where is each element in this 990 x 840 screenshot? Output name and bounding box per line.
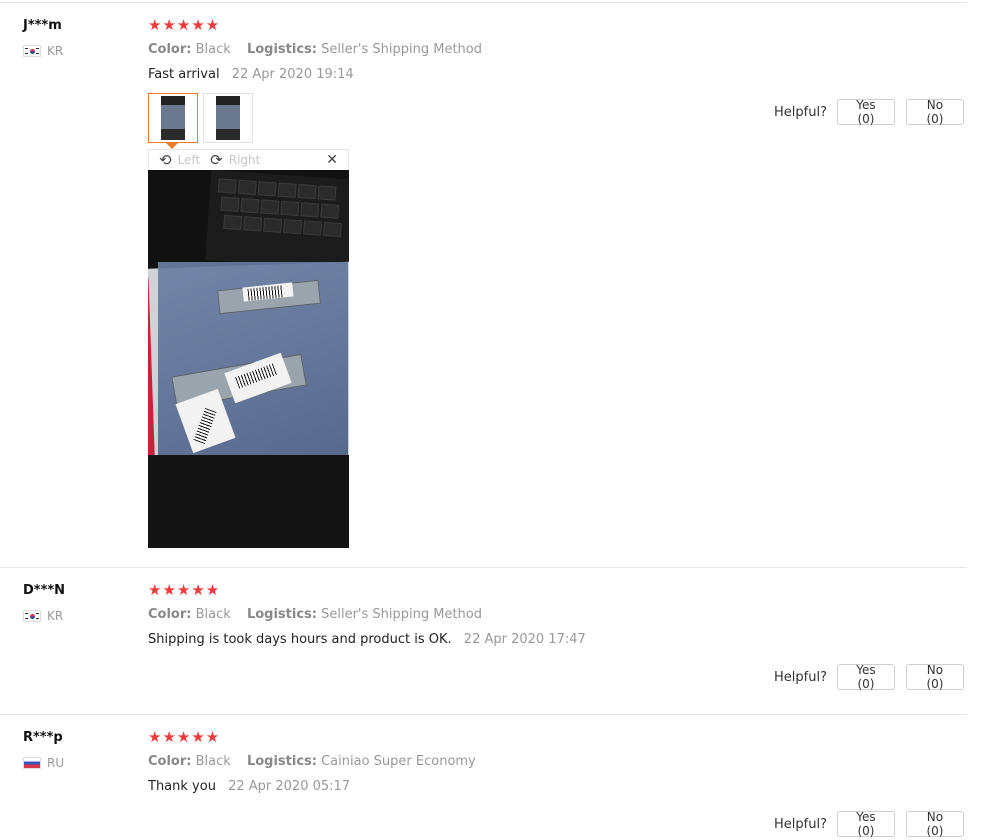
helpful-yes-button[interactable]: Yes (0) (836, 663, 895, 691)
logistics-value: Seller's Shipping Method (321, 42, 483, 57)
color-value: Black (195, 754, 231, 769)
order-attributes: Color: Black Logistics: Seller's Shippin… (148, 42, 482, 57)
review-thumbnail[interactable] (148, 93, 198, 143)
rotate-right-icon: ⟳ (210, 151, 223, 169)
rotate-left-label: Left (177, 153, 201, 167)
color-label: Color: (148, 607, 192, 622)
star-rating: ★★★★★ (148, 16, 221, 34)
reviewer-country: KR (23, 609, 63, 623)
close-icon[interactable]: ✕ (326, 152, 338, 168)
keyboard-illustration (205, 170, 349, 271)
rotate-left-icon: ⟲ (159, 151, 172, 169)
rotate-right-label: Right (228, 153, 261, 167)
logistics-label: Logistics: (246, 607, 317, 622)
review-thumbnails (148, 93, 258, 143)
color-label: Color: (148, 754, 192, 769)
country-code: RU (47, 756, 65, 770)
review-date: 22 Apr 2020 05:17 (228, 779, 351, 794)
helpful-yes-button[interactable]: Yes (0) (836, 810, 895, 838)
rotate-right-button[interactable]: ⟳ Right (210, 151, 260, 169)
divider (0, 714, 967, 715)
order-attributes: Color: Black Logistics: Seller's Shippin… (148, 607, 482, 622)
star-rating: ★★★★★ (148, 581, 221, 599)
rotate-left-button[interactable]: ⟲ Left (159, 151, 200, 169)
reviewer-name: J***m (23, 18, 62, 33)
helpful-votes: Helpful? Yes (0) No (0) (774, 810, 964, 838)
kr-flag-icon (23, 610, 41, 622)
country-code: KR (47, 609, 64, 623)
review-feedback: Thank you 22 Apr 2020 05:17 (148, 779, 350, 794)
helpful-label: Helpful? (774, 104, 827, 120)
order-attributes: Color: Black Logistics: Cainiao Super Ec… (148, 754, 476, 769)
divider (0, 2, 967, 3)
review-photo (148, 170, 349, 548)
color-value: Black (195, 42, 231, 57)
reviewer-name: D***N (23, 583, 66, 598)
helpful-votes: Helpful? Yes (0) No (0) (774, 98, 964, 126)
reviewer-country: RU (23, 756, 64, 770)
review-feedback: Shipping is took days hours and product … (148, 632, 586, 647)
logistics-label: Logistics: (246, 42, 317, 57)
kr-flag-icon (23, 45, 41, 57)
logistics-value: Cainiao Super Economy (321, 754, 476, 769)
helpful-label: Helpful? (774, 669, 827, 685)
review-date: 22 Apr 2020 19:14 (231, 67, 354, 82)
star-rating: ★★★★★ (148, 728, 221, 746)
logistics-label: Logistics: (246, 754, 317, 769)
helpful-votes: Helpful? Yes (0) No (0) (774, 663, 964, 691)
color-label: Color: (148, 42, 192, 57)
review-text: Thank you (148, 779, 216, 794)
reviewer-name: R***p (23, 730, 63, 745)
reviewer-country: KR (23, 44, 63, 58)
divider (0, 567, 967, 568)
country-code: KR (47, 44, 64, 58)
review-date: 22 Apr 2020 17:47 (463, 632, 586, 647)
helpful-no-button[interactable]: No (0) (905, 98, 964, 126)
color-value: Black (195, 607, 231, 622)
helpful-label: Helpful? (774, 816, 827, 832)
helpful-no-button[interactable]: No (0) (905, 810, 964, 838)
review-text: Fast arrival (148, 67, 220, 82)
review-feedback: Fast arrival 22 Apr 2020 19:14 (148, 67, 354, 82)
review-text: Shipping is took days hours and product … (148, 632, 452, 647)
logistics-value: Seller's Shipping Method (321, 607, 483, 622)
image-viewer-toolbar: ⟲ Left ⟳ Right ✕ (148, 149, 349, 170)
helpful-no-button[interactable]: No (0) (905, 663, 964, 691)
ru-flag-icon (23, 757, 41, 769)
helpful-yes-button[interactable]: Yes (0) (836, 98, 895, 126)
review-thumbnail[interactable] (203, 93, 253, 143)
